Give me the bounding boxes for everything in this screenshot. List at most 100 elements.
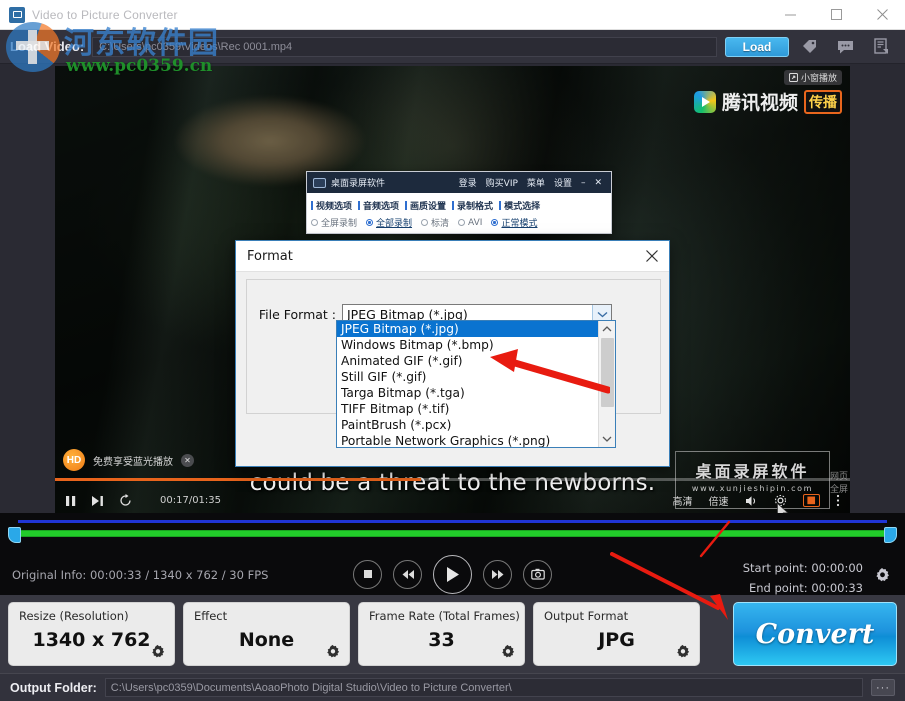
scrollbar-track[interactable] <box>599 337 615 431</box>
settings-icon[interactable] <box>149 643 166 660</box>
timeline-panel: Original Info: 00:00:33 / 1340 x 762 / 3… <box>0 513 905 595</box>
close-icon <box>876 8 889 21</box>
scrollbar-thumb[interactable] <box>601 338 614 407</box>
promo-close-icon[interactable]: ✕ <box>181 454 194 467</box>
camera-icon <box>531 568 545 580</box>
tab-marker <box>452 201 454 210</box>
recorder-watermark: 桌面录屏软件 www.xunjieshipin.com <box>675 451 830 509</box>
convert-button[interactable]: Convert <box>733 602 897 666</box>
recorder-tab-label: 视频选项 <box>316 199 352 212</box>
repeat-icon[interactable] <box>119 494 132 507</box>
dropdown-item-tga[interactable]: Targa Bitmap (*.tga) <box>337 385 598 401</box>
recorder-tab-label: 音频选项 <box>363 199 399 212</box>
dropdown-item-png[interactable]: Portable Network Graphics (*.png) <box>337 433 598 447</box>
title-bar: Video to Picture Converter <box>0 0 905 30</box>
next-frame-button[interactable] <box>483 560 512 589</box>
inner-controls-left: 00:17/01:35 <box>55 494 221 507</box>
recorder-option-row: 全屏录制 全部录制 标清 AVI 正常模式 <box>307 214 611 231</box>
dropdown-item-animated-gif[interactable]: Animated GIF (*.gif) <box>337 353 598 369</box>
dropdown-item-still-gif[interactable]: Still GIF (*.gif) <box>337 369 598 385</box>
recorder-minimize-button[interactable]: – <box>581 178 586 188</box>
play-button[interactable] <box>433 555 472 594</box>
settings-icon[interactable] <box>324 643 341 660</box>
scroll-down-icon[interactable] <box>602 431 612 447</box>
file-format-label: File Format : <box>247 307 342 322</box>
mini-player-label: 小窗播放 <box>801 71 837 84</box>
recorder-tab-mode[interactable]: 模式选择 <box>499 199 540 212</box>
start-point-handle[interactable] <box>8 527 21 543</box>
recorder-tab-label: 录制格式 <box>457 199 493 212</box>
close-button[interactable] <box>859 0 905 29</box>
resize-card[interactable]: Resize (Resolution) 1340 x 762 <box>8 602 175 666</box>
tab-marker <box>499 201 501 210</box>
pause-icon[interactable] <box>65 495 77 507</box>
recorder-title: 桌面录屏软件 <box>331 176 385 189</box>
recorder-option-standard[interactable]: 标清 <box>421 216 449 229</box>
recorder-option-label: AVI <box>468 218 482 228</box>
recorder-option-label: 全屏录制 <box>321 216 357 229</box>
recorder-menu-settings[interactable]: 设置 <box>554 176 572 189</box>
dropdown-scrollbar[interactable] <box>598 321 615 447</box>
radio-icon <box>491 219 498 226</box>
framerate-card[interactable]: Frame Rate (Total Frames) 33 <box>358 602 525 666</box>
format-dialog-close-button[interactable] <box>635 241 669 271</box>
end-point-handle[interactable] <box>884 527 897 543</box>
recorder-tab-video[interactable]: 视频选项 <box>311 199 352 212</box>
recorder-tab-label: 画质设置 <box>410 199 446 212</box>
tag-icon[interactable] <box>799 37 819 57</box>
recorder-tab-row: 视频选项 音频选项 画质设置 录制格式 模式选择 <box>307 193 611 214</box>
minimize-icon <box>784 8 797 21</box>
scroll-up-icon[interactable] <box>602 321 612 337</box>
recorder-menu-login[interactable]: 登录 <box>459 176 477 189</box>
recorder-menu-vip[interactable]: 购买VIP <box>486 176 518 189</box>
recorder-app-icon <box>313 178 326 188</box>
recorder-option-fullscreen[interactable]: 全屏录制 <box>311 216 357 229</box>
app-icon <box>9 7 25 23</box>
browse-folder-button[interactable]: ··· <box>871 679 895 696</box>
mini-player-button[interactable]: 小窗播放 <box>784 70 842 85</box>
maximize-button[interactable] <box>813 0 859 29</box>
settings-icon <box>873 566 891 584</box>
dropdown-item-bmp[interactable]: Windows Bitmap (*.bmp) <box>337 337 598 353</box>
video-brand-overlay: 腾讯视频 传播 <box>694 88 842 115</box>
dropdown-item-jpg[interactable]: JPEG Bitmap (*.jpg) <box>337 321 598 337</box>
recorder-option-normal-mode[interactable]: 正常模式 <box>491 216 537 229</box>
timeline-settings-button[interactable] <box>873 566 891 584</box>
mouse-cursor-icon <box>777 503 789 513</box>
recorder-option-all-audio[interactable]: 全部录制 <box>366 216 412 229</box>
recorder-option-label: 全部录制 <box>376 216 412 229</box>
recorder-option-avi[interactable]: AVI <box>458 216 482 229</box>
previous-frame-button[interactable] <box>393 560 422 589</box>
file-format-dropdown-list[interactable]: JPEG Bitmap (*.jpg) Windows Bitmap (*.bm… <box>336 320 616 448</box>
stop-button[interactable] <box>353 560 382 589</box>
load-button[interactable]: Load <box>725 37 789 57</box>
next-episode-icon[interactable] <box>91 495 105 507</box>
snapshot-button[interactable] <box>523 560 552 589</box>
dropdown-item-tif[interactable]: TIFF Bitmap (*.tif) <box>337 401 598 417</box>
dropdown-item-pcx[interactable]: PaintBrush (*.pcx) <box>337 417 598 433</box>
timeline-position-track[interactable] <box>18 520 887 523</box>
recorder-menu-menu[interactable]: 菜单 <box>527 176 545 189</box>
register-icon[interactable] <box>871 37 891 57</box>
recorder-close-button[interactable]: ✕ <box>594 178 602 188</box>
recorder-tab-format[interactable]: 录制格式 <box>452 199 493 212</box>
settings-cards: Resize (Resolution) 1340 x 762 Effect No… <box>0 595 905 673</box>
tab-marker <box>405 201 407 210</box>
video-path-input[interactable]: C:\Users\pc0359\Videos\Rec 0001.mp4 <box>92 37 717 57</box>
settings-icon[interactable] <box>674 643 691 660</box>
recorder-tab-quality[interactable]: 画质设置 <box>405 199 446 212</box>
output-format-card[interactable]: Output Format JPG <box>533 602 700 666</box>
timeline-range-track[interactable] <box>18 530 887 537</box>
tab-marker <box>311 201 313 210</box>
more-icon[interactable] <box>836 494 840 507</box>
screen-recorder-dialog[interactable]: 桌面录屏软件 登录 购买VIP 菜单 设置 – ✕ 视频选项 音频选项 画质设置… <box>306 171 612 234</box>
settings-icon[interactable] <box>499 643 516 660</box>
recorder-tab-audio[interactable]: 音频选项 <box>358 199 399 212</box>
effect-card[interactable]: Effect None <box>183 602 350 666</box>
dropdown-options: JPEG Bitmap (*.jpg) Windows Bitmap (*.bm… <box>337 321 598 447</box>
hd-promo-text: 免费享受蓝光播放 <box>93 453 173 468</box>
output-folder-input[interactable]: C:\Users\pc0359\Documents\AoaoPhoto Digi… <box>105 678 863 697</box>
comment-icon[interactable] <box>835 37 855 57</box>
inner-time-display: 00:17/01:35 <box>160 495 221 506</box>
minimize-button[interactable] <box>767 0 813 29</box>
